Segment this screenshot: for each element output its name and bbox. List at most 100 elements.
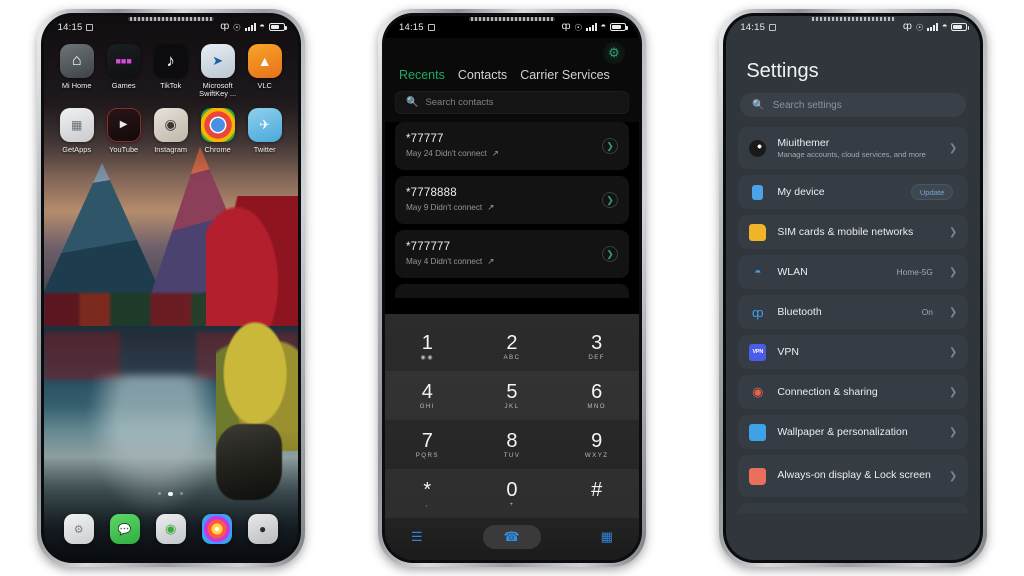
- settings-item-partial[interactable]: [738, 503, 969, 513]
- page-dot: [157, 491, 162, 495]
- settings-item-label: Connection & sharing: [777, 386, 878, 398]
- phone-frame-1: 14:15 ȹ ☉ ◓ ⌂ Mi Home ■■■ Games ♪ TikTok…: [36, 9, 305, 567]
- dialpad-row: 1 ◉◉ 2 ABC 3 DEF: [385, 322, 639, 371]
- key-sub: GHI: [419, 402, 435, 410]
- wifi-icon: ◓: [259, 21, 266, 33]
- key-digit: 0: [506, 478, 518, 501]
- key-digit: 8: [506, 429, 518, 452]
- key-sub: +: [509, 500, 515, 508]
- app-label: Microsoft SwiftKey ...: [199, 81, 237, 99]
- chevron-right-icon[interactable]: ❯: [601, 246, 618, 262]
- recent-calls-list: *77777 May 24 Didn't connect ↗ ❯ *777888…: [384, 122, 639, 298]
- vpn-icon: VPN: [749, 343, 767, 361]
- key-digit: 6: [591, 380, 603, 403]
- phone-frame-3: 14:15 ȹ ☉ ◓ Settings 🔍 Search settings M…: [719, 9, 988, 567]
- twitter-icon: ✈: [247, 107, 282, 142]
- tab-carrier-services[interactable]: Carrier Services: [520, 68, 610, 82]
- key-digit: 5: [506, 380, 518, 403]
- app-twitter[interactable]: ✈ Twitter: [242, 107, 288, 154]
- app-getapps[interactable]: ▦ GetApps: [54, 107, 100, 154]
- chevron-right-icon[interactable]: ❯: [601, 192, 618, 208]
- update-badge[interactable]: Update: [910, 184, 954, 200]
- dialer-tabs: Recents Contacts Carrier Services: [385, 66, 639, 91]
- chevron-right-icon: ❯: [948, 386, 958, 398]
- settings-item-connection-sharing[interactable]: ◉ Connection & sharing ❯: [738, 375, 969, 409]
- phone-settings-screen: 14:15 ȹ ☉ ◓ Settings 🔍 Search settings M…: [719, 9, 988, 567]
- screen-2: 14:15 ȹ ☉ ◓ ⚙ Recents Contacts Carrier S…: [384, 16, 639, 560]
- settings-item-wallpaper[interactable]: Wallpaper & personalization ❯: [738, 415, 969, 449]
- youtube-icon: ▶: [106, 107, 141, 142]
- call-number: *7778888: [405, 187, 457, 199]
- key-9[interactable]: 9 WXYZ: [554, 420, 639, 469]
- call-list-item[interactable]: *77777 May 24 Didn't connect ↗ ❯: [394, 122, 629, 170]
- settings-icon[interactable]: ⚙: [63, 514, 94, 544]
- key-7[interactable]: 7 PQRS: [385, 420, 470, 469]
- key-8[interactable]: 8 TUV: [470, 420, 555, 469]
- account-avatar-icon: [749, 139, 767, 157]
- key-6[interactable]: 6 MNO: [554, 371, 639, 420]
- chevron-right-icon: ❯: [948, 426, 958, 438]
- app-swiftkey[interactable]: ➤ Microsoft SwiftKey ...: [195, 44, 241, 99]
- search-icon: 🔍: [752, 99, 765, 111]
- app-vlc[interactable]: ▲ VLC: [242, 44, 288, 99]
- key-star[interactable]: * ,: [385, 469, 470, 518]
- key-sub: ◉◉: [420, 353, 435, 361]
- tab-contacts[interactable]: Contacts: [458, 68, 507, 82]
- app-mi-home[interactable]: ⌂ Mi Home: [54, 44, 100, 99]
- dialpad-icon[interactable]: ▦: [601, 529, 613, 545]
- wifi-icon: ◓: [600, 21, 607, 33]
- app-games[interactable]: ■■■ Games: [101, 44, 147, 99]
- call-icon: ☎: [503, 529, 520, 544]
- gallery-icon[interactable]: [201, 514, 232, 544]
- app-tiktok[interactable]: ♪ TikTok: [148, 44, 194, 99]
- settings-item-wlan[interactable]: ◓ WLAN Home-5G ❯: [738, 255, 969, 289]
- toggle-icon[interactable]: ◉: [155, 514, 186, 544]
- app-row-2: ▦ GetApps ▶ YouTube ◉ Instagram Chrome ✈…: [54, 107, 288, 154]
- key-5[interactable]: 5 JKL: [470, 371, 555, 420]
- call-list-item[interactable]: *777777 May 4 Didn't connect ↗ ❯: [394, 230, 629, 278]
- chevron-right-icon[interactable]: ❯: [601, 138, 618, 154]
- signal-icon: [244, 23, 256, 31]
- call-detail: May 9 Didn't connect: [405, 203, 483, 212]
- messages-icon[interactable]: 💬: [109, 514, 140, 544]
- page-indicator[interactable]: [44, 491, 298, 496]
- call-number: *77777: [405, 133, 444, 145]
- app-youtube[interactable]: ▶ YouTube: [101, 107, 147, 154]
- dialpad-bottom-bar: ☰ ☎ ▦: [384, 518, 639, 560]
- app-label: YouTube: [109, 144, 139, 154]
- key-digit: 9: [591, 429, 603, 452]
- dialer-app: 14:15 ȹ ☉ ◓ ⚙ Recents Contacts Carrier S…: [384, 16, 639, 560]
- settings-item-aod-lock-screen[interactable]: Always-on display & Lock screen ❯: [738, 455, 969, 497]
- key-0[interactable]: 0 +: [470, 469, 555, 518]
- settings-item-vpn[interactable]: VPN VPN ❯: [738, 335, 969, 369]
- search-placeholder: Search contacts: [425, 97, 494, 108]
- key-3[interactable]: 3 DEF: [554, 322, 639, 371]
- search-input[interactable]: 🔍 Search contacts: [394, 91, 629, 114]
- call-button[interactable]: ☎: [482, 525, 541, 549]
- alarm-icon: [86, 23, 94, 31]
- tab-recents[interactable]: Recents: [399, 68, 445, 82]
- key-sub: ,: [425, 500, 429, 508]
- settings-item-my-device[interactable]: My device Update: [738, 175, 969, 209]
- settings-item-bluetooth[interactable]: ȹ Bluetooth On ❯: [738, 295, 969, 329]
- key-1[interactable]: 1 ◉◉: [385, 322, 470, 371]
- alarm-icon: [427, 23, 435, 31]
- search-settings-input[interactable]: 🔍 Search settings: [740, 93, 967, 117]
- key-hash[interactable]: #: [554, 469, 639, 518]
- settings-item-account[interactable]: Miuithemer Manage accounts, cloud servic…: [738, 127, 969, 169]
- app-label: Games: [111, 81, 136, 90]
- call-list-item[interactable]: *7778888 May 9 Didn't connect ↗ ❯: [394, 176, 629, 224]
- call-list-item-partial[interactable]: [394, 284, 629, 298]
- app-row-1: ⌂ Mi Home ■■■ Games ♪ TikTok ➤ Microsoft…: [54, 44, 288, 99]
- settings-item-sim-cards[interactable]: SIM cards & mobile networks ❯: [738, 215, 969, 249]
- app-instagram[interactable]: ◉ Instagram: [148, 107, 194, 154]
- gear-icon[interactable]: ⚙: [602, 42, 625, 64]
- battery-icon: [268, 22, 287, 32]
- search-icon: 🔍: [405, 97, 419, 108]
- menu-icon[interactable]: ☰: [411, 529, 423, 545]
- app-chrome[interactable]: Chrome: [195, 107, 241, 154]
- bluetooth-icon: ȹ: [220, 21, 230, 32]
- camera-icon[interactable]: ●: [247, 514, 278, 544]
- key-4[interactable]: 4 GHI: [385, 371, 470, 420]
- key-2[interactable]: 2 ABC: [470, 322, 555, 371]
